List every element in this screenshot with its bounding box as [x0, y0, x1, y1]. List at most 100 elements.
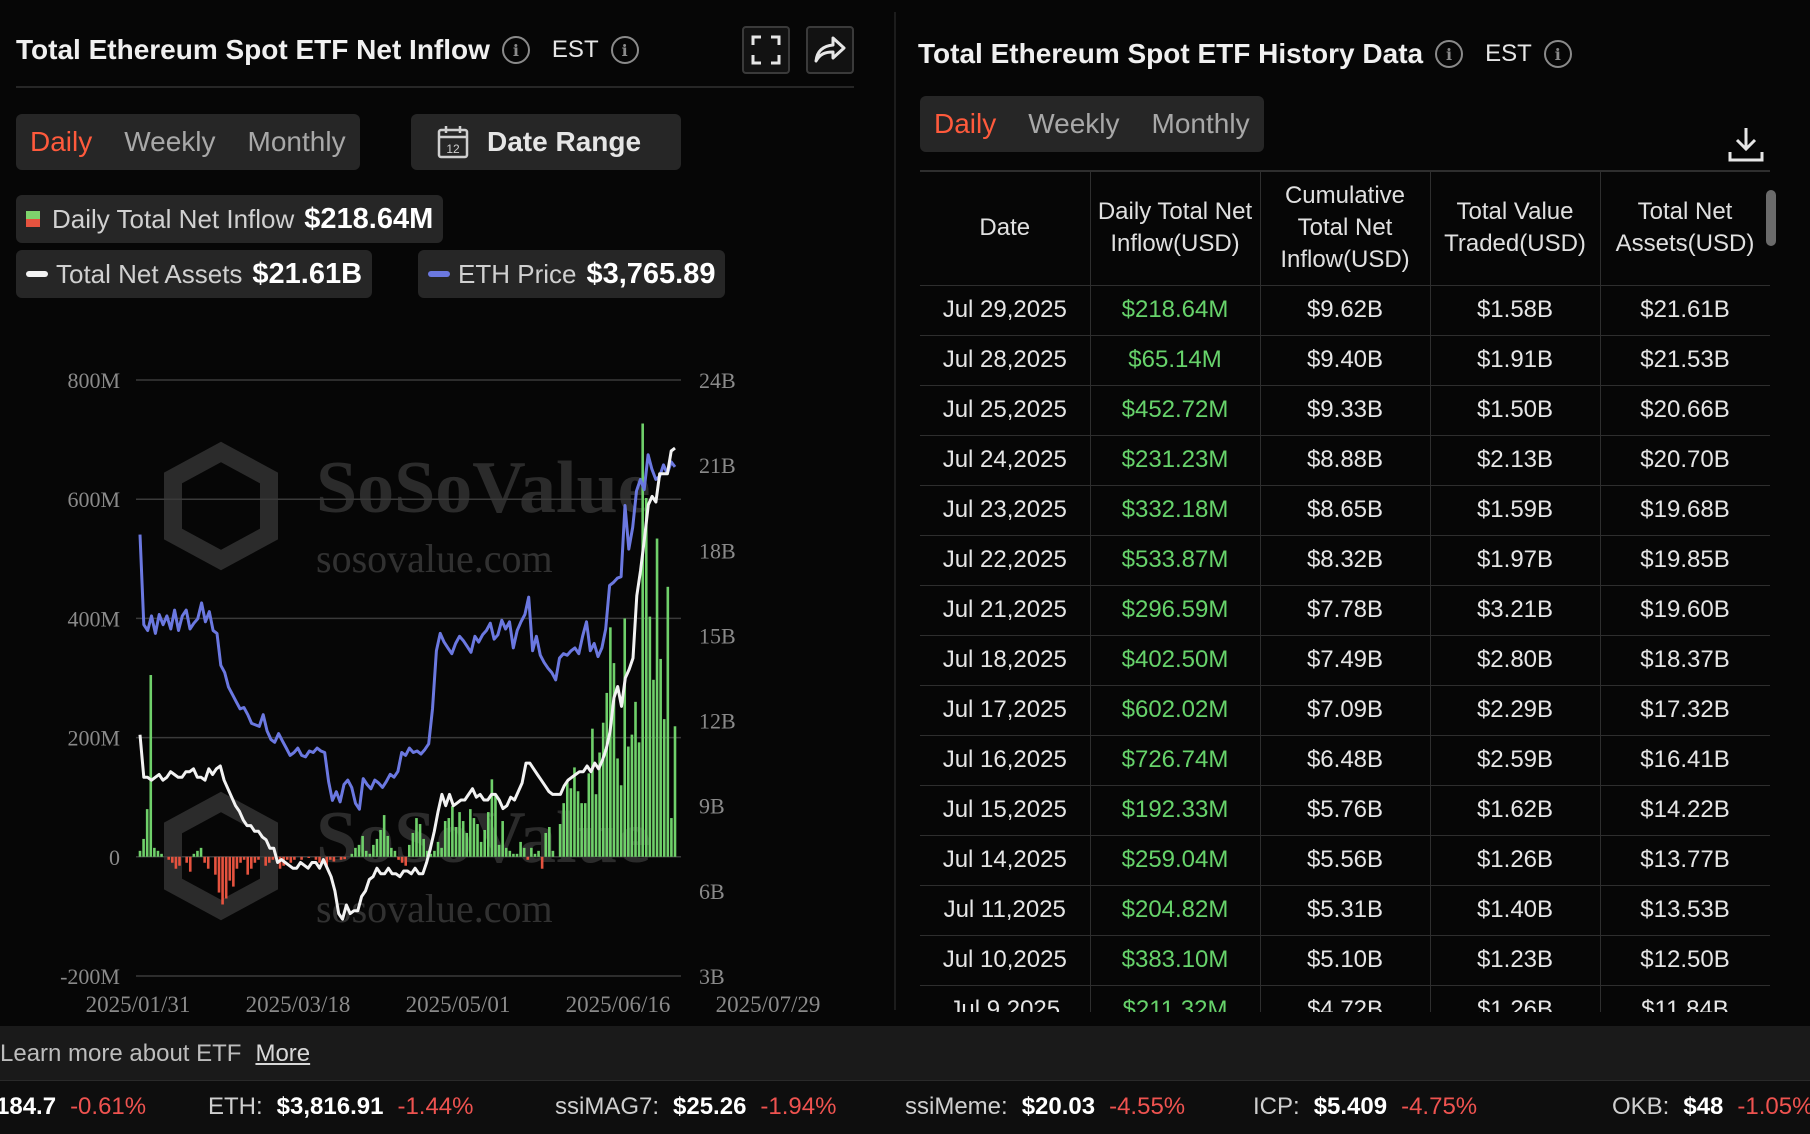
table-row[interactable]: Jul 9,2025 $211.32M $4.72B $1.26B $11.84B: [920, 985, 1770, 1012]
table-row[interactable]: Jul 10,2025 $383.10M $5.10B $1.23B $12.50B: [920, 935, 1770, 986]
download-icon[interactable]: [1724, 122, 1768, 166]
history-table-container[interactable]: Date Daily Total Net Inflow(USD) Cumulat…: [920, 170, 1770, 1012]
watermark-logo-hex: [164, 791, 278, 921]
inflow-bar: [203, 856, 206, 863]
ticker-item[interactable]: ssiMeme: $20.03 -4.55%: [905, 1093, 1185, 1121]
table-row[interactable]: Jul 24,2025 $231.23M $8.88B $2.13B $20.70B: [920, 435, 1770, 486]
table-row[interactable]: Jul 22,2025 $533.87M $8.32B $1.97B $19.85B: [920, 535, 1770, 586]
inflow-bar: [644, 498, 648, 857]
date-range-button[interactable]: 12 Date Range: [411, 114, 681, 170]
inflow-bar: [386, 835, 390, 857]
inflow-bar: [616, 758, 619, 857]
table-row[interactable]: Jul 25,2025 $452.72M $9.33B $1.50B $20.66B: [920, 385, 1770, 436]
inflow-bar: [206, 856, 210, 869]
inflow-bar: [544, 832, 548, 857]
cell-daily-inflow: $332.18M: [1089, 485, 1261, 536]
cell-value-traded: $1.26B: [1429, 835, 1601, 886]
cell-value-traded: $1.91B: [1429, 335, 1601, 386]
col-cumulative-inflow[interactable]: Cumulative Total Net Inflow(USD): [1259, 170, 1431, 286]
timezone-info-icon[interactable]: i: [1543, 40, 1572, 68]
history-period-tabs: Daily Weekly Monthly: [920, 96, 1264, 152]
inflow-bar: [418, 824, 422, 857]
inflow-bar: [300, 856, 303, 860]
table-row[interactable]: Jul 17,2025 $602.02M $7.09B $2.29B $17.32B: [920, 685, 1770, 736]
timezone-info-icon[interactable]: i: [610, 36, 639, 64]
table-row[interactable]: Jul 11,2025 $204.82M $5.31B $1.40B $13.53B: [920, 885, 1770, 936]
legend-assets-value: $21.61B: [252, 257, 363, 290]
ticker-item[interactable]: OKB: $48 -1.05%: [1612, 1093, 1810, 1121]
col-value-traded[interactable]: Total Value Traded(USD): [1429, 170, 1601, 286]
cell-date: Jul 18,2025: [920, 635, 1091, 686]
col-date[interactable]: Date: [920, 170, 1091, 286]
inflow-bar: [659, 658, 662, 857]
inflow-bar: [354, 847, 357, 857]
table-row[interactable]: Jul 14,2025 $259.04M $5.56B $1.26B $13.77B: [920, 835, 1770, 886]
timezone-label: EST: [1485, 40, 1532, 67]
inflow-bar: [339, 856, 343, 860]
cell-net-assets: $12.50B: [1599, 935, 1770, 986]
inflow-bar: [357, 844, 361, 857]
cell-value-traded: $1.26B: [1429, 985, 1601, 1012]
info-icon[interactable]: i: [501, 36, 530, 64]
tab-weekly[interactable]: Weekly: [124, 126, 215, 158]
inflow-bar: [138, 850, 142, 857]
cell-date: Jul 25,2025: [920, 385, 1091, 436]
inflow-bar: [379, 829, 382, 857]
inflow-bar: [232, 856, 235, 887]
cell-daily-inflow: $259.04M: [1089, 835, 1261, 886]
cell-daily-inflow: $452.72M: [1089, 385, 1261, 436]
table-row[interactable]: Jul 28,2025 $65.14M $9.40B $1.91B $21.53B: [920, 335, 1770, 386]
footer: Learn more about ETF More 184.7 -0.61% ETH:…: [0, 1026, 1810, 1134]
inflow-bar: [199, 847, 203, 857]
tab-monthly[interactable]: Monthly: [1152, 108, 1250, 140]
inflow-bar: [160, 853, 163, 857]
table-row[interactable]: Jul 23,2025 $332.18M $8.65B $1.59B $19.68B: [920, 485, 1770, 536]
cell-net-assets: $19.60B: [1599, 585, 1770, 636]
legend-eth-price[interactable]: ETH Price $3,765.89: [418, 250, 726, 298]
tab-daily[interactable]: Daily: [934, 108, 996, 140]
ticker-change: -1.94%: [760, 1093, 837, 1120]
inflow-bar: [156, 850, 160, 857]
inflow-bar: [264, 856, 267, 866]
table-row[interactable]: Jul 16,2025 $726.74M $6.48B $2.59B $16.41B: [920, 735, 1770, 786]
col-net-assets[interactable]: Total Net Assets(USD): [1599, 170, 1770, 286]
net-inflow-chart[interactable]: SoSoValuesosovalue.comSoSoValuesosovalue…: [46, 332, 866, 1022]
cell-value-traded: $1.58B: [1429, 285, 1601, 336]
history-table: Date Daily Total Net Inflow(USD) Cumulat…: [920, 170, 1770, 1012]
ticker-item[interactable]: ssiMAG7: $25.26 -1.94%: [555, 1093, 836, 1121]
learn-more: Learn more about ETF More: [0, 1040, 310, 1068]
inflow-bar: [364, 850, 368, 857]
ticker-item[interactable]: 184.7 -0.61%: [0, 1093, 146, 1121]
cell-cumulative-inflow: $8.32B: [1259, 535, 1431, 586]
ticker-item[interactable]: ICP: $5.409 -4.75%: [1253, 1093, 1477, 1121]
inflow-bar: [149, 675, 153, 857]
table-row[interactable]: Jul 29,2025 $218.64M $9.62B $1.58B $21.61B: [920, 285, 1770, 336]
inflow-bar: [443, 821, 447, 857]
legend-total-net-assets[interactable]: Total Net Assets $21.61B: [16, 250, 373, 298]
inflow-bar: [476, 824, 479, 857]
inflow-bar: [609, 627, 612, 857]
share-button[interactable]: [806, 26, 854, 74]
cell-daily-inflow: $211.32M: [1089, 985, 1261, 1012]
tab-monthly[interactable]: Monthly: [248, 126, 346, 158]
cell-date: Jul 21,2025: [920, 585, 1091, 636]
fullscreen-button[interactable]: [742, 26, 790, 74]
cell-date: Jul 9,2025: [920, 985, 1091, 1012]
tab-weekly[interactable]: Weekly: [1028, 108, 1119, 140]
tab-daily[interactable]: Daily: [30, 126, 92, 158]
history-title: Total Ethereum Spot ETF History Data: [918, 38, 1424, 69]
legend-daily-inflow[interactable]: Daily Total Net Inflow $218.64M: [16, 195, 444, 243]
col-daily-inflow[interactable]: Daily Total Net Inflow(USD): [1089, 170, 1261, 286]
table-row[interactable]: Jul 18,2025 $402.50M $7.49B $2.80B $18.37B: [920, 635, 1770, 686]
inflow-bar: [497, 844, 501, 857]
table-row[interactable]: Jul 15,2025 $192.33M $5.76B $1.62B $14.22B: [920, 785, 1770, 836]
ticker-item[interactable]: ETH: $3,816.91 -1.44%: [208, 1093, 474, 1121]
table-row[interactable]: Jul 21,2025 $296.59M $7.78B $3.21B $19.60B: [920, 585, 1770, 636]
inflow-bar: [192, 853, 196, 857]
inflow-bar: [332, 856, 336, 862]
inflow-bar: [537, 850, 540, 857]
more-link[interactable]: More: [255, 1040, 310, 1067]
info-icon[interactable]: i: [1435, 40, 1464, 68]
cell-value-traded: $1.59B: [1429, 485, 1601, 536]
table-scrollbar[interactable]: [1766, 190, 1776, 246]
